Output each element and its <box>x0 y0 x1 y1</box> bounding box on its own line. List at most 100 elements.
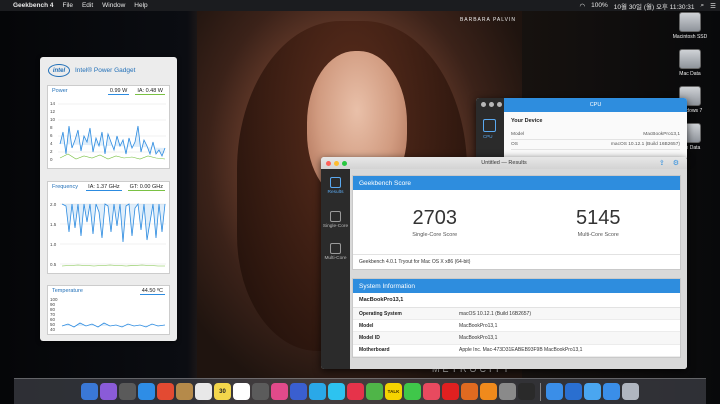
window-controls <box>326 161 347 166</box>
temperature-value: 44.50 ºC <box>139 287 165 295</box>
temperature-line <box>61 322 166 328</box>
menu-app-name[interactable]: Geekbench 4 <box>13 2 53 9</box>
dock-app-icon[interactable] <box>366 383 383 400</box>
dock-app-icon[interactable] <box>138 383 155 400</box>
frequency-panel: Frequency IA: 1.37 GHz GT: 0.00 GHz 2.0 … <box>47 181 170 274</box>
y-tick: 4 <box>50 141 53 146</box>
tryout-note: Geekbench 4.0.1 Tryout for Mac OS X x86 … <box>353 254 680 269</box>
dock-app-icon[interactable] <box>518 383 535 400</box>
dock-app-icon[interactable] <box>499 383 516 400</box>
photo-caption: BARBARA PALVIN <box>459 17 516 23</box>
cpu-chip-icon[interactable] <box>483 119 496 132</box>
settings-icon[interactable]: ⚙ <box>673 159 679 167</box>
dock-app-icon[interactable] <box>252 383 269 400</box>
close-button[interactable] <box>481 102 486 107</box>
y-tick: 10 <box>50 117 56 122</box>
titlebar-tools: ⇪ ⚙ <box>659 159 679 167</box>
dock-app-icon[interactable] <box>157 383 174 400</box>
dock-app-icon[interactable] <box>622 383 639 400</box>
dock-app-icon[interactable] <box>290 383 307 400</box>
dock-app-icon[interactable] <box>176 383 193 400</box>
dock-app-icon[interactable] <box>233 383 250 400</box>
window-controls <box>481 102 502 107</box>
cpu-sidebar-label[interactable]: CPU <box>483 134 493 139</box>
power-graph: 14 12 10 8 6 4 2 0 <box>50 101 166 162</box>
temperature-panel: Temperature 44.50 ºC 100 90 80 70 60 50 … <box>47 285 170 335</box>
temperature-label: Temperature <box>52 288 83 294</box>
results-titlebar[interactable]: Untitled — Results ⇪ ⚙ <box>321 157 687 169</box>
y-tick: 40 <box>50 327 56 332</box>
intel-power-gadget-window[interactable]: intel Intel® Power Gadget Power 0.99 W I… <box>40 57 177 341</box>
device-row: OS macOS 10.12.1 (Build 16B2657) <box>511 140 680 150</box>
dock-app-icon[interactable] <box>271 383 288 400</box>
dock-app-icon[interactable]: TALK <box>385 383 402 400</box>
share-icon[interactable]: ⇪ <box>659 159 665 167</box>
results-sidebar: Results Single-Core Multi-Core <box>321 169 350 369</box>
frequency-panel-header: Frequency IA: 1.37 GHz GT: 0.00 GHz <box>48 182 169 192</box>
dock-app-icon[interactable] <box>461 383 478 400</box>
cpu-window-body: Your Device Model MacBookPro13,1 OS macOS … <box>504 112 687 160</box>
dock-app-icon[interactable] <box>309 383 326 400</box>
dock-app-icon[interactable] <box>100 383 117 400</box>
dock-app-icon[interactable] <box>546 383 563 400</box>
menu-window[interactable]: Window <box>102 2 125 9</box>
y-tick: 0 <box>50 157 53 162</box>
dock-app-icon[interactable] <box>119 383 136 400</box>
clock[interactable]: 10월 30일 (월) 오후 11:30:31 <box>614 1 695 11</box>
system-info-subheader: MacBookPro13,1 <box>353 293 680 308</box>
multi-core-score-value: 5145 <box>576 206 621 229</box>
menu-edit[interactable]: Edit <box>82 2 93 9</box>
sidebar-item-multi-core[interactable]: Multi-Core <box>321 243 350 261</box>
dock: 30 TALK <box>14 378 706 404</box>
y-tick: 8 <box>50 125 53 130</box>
single-core-score-value: 2703 <box>412 206 458 229</box>
power-gadget-header: intel Intel® Power Gadget <box>40 57 177 81</box>
dock-app-icon[interactable] <box>195 383 212 400</box>
sidebar-item-results[interactable]: Results <box>321 177 350 195</box>
intel-logo: intel <box>48 64 70 77</box>
dock-app-icon[interactable] <box>584 383 601 400</box>
search-icon[interactable]: ⌕ <box>701 2 705 10</box>
dock-app-icon[interactable] <box>442 383 459 400</box>
results-window[interactable]: Untitled — Results ⇪ ⚙ Results Single-Co… <box>321 157 687 369</box>
multi-core-icon <box>330 243 341 254</box>
zoom-button[interactable] <box>342 161 347 166</box>
score-card-header: Geekbench Score <box>353 176 680 190</box>
cpu-window-title: CPU <box>504 98 687 112</box>
zoom-button[interactable] <box>497 102 502 107</box>
menu-help[interactable]: Help <box>134 2 147 9</box>
power-value: 0.99 W <box>107 87 130 95</box>
dock-app-icon[interactable] <box>81 383 98 400</box>
minimize-button[interactable] <box>334 161 339 166</box>
wifi-icon[interactable]: ◠ <box>580 2 586 10</box>
table-row: Operating System macOS 10.12.1 (Build 16B… <box>353 308 680 321</box>
menu-list-icon[interactable]: ☰ <box>710 2 716 10</box>
minimize-button[interactable] <box>489 102 494 107</box>
gt-frequency-value: GT: 0.00 GHz <box>127 183 165 191</box>
battery-percent[interactable]: 100% <box>591 2 608 9</box>
dock-app-icon[interactable] <box>347 383 364 400</box>
scores-row: 2703 Single-Core Score 5145 Multi-Core S… <box>353 190 680 254</box>
dock-app-icon[interactable] <box>480 383 497 400</box>
dock-app-icon[interactable] <box>328 383 345 400</box>
frequency-yticks: 2.0 1.5 1.0 0.5 <box>50 202 57 267</box>
single-core-score: 2703 Single-Core Score <box>353 190 517 254</box>
dock-app-icon[interactable] <box>404 383 421 400</box>
table-row: Model ID MacBookPro13,1 <box>353 332 680 345</box>
cpu-window[interactable]: CPU CPU Your Device Model MacBookPro13,1 … <box>476 98 687 160</box>
dock-app-icon[interactable] <box>565 383 582 400</box>
dock-app-icon[interactable] <box>423 383 440 400</box>
table-row: Motherboard Apple Inc. Mac-473D31EABEB93F… <box>353 345 680 357</box>
desktop-icon-macintosh-ssd[interactable]: Macintosh SSD <box>673 12 707 40</box>
dock-app-icon[interactable] <box>603 383 620 400</box>
results-content: Geekbench Score 2703 Single-Core Score 5… <box>350 169 687 369</box>
temperature-panel-header: Temperature 44.50 ºC <box>48 286 169 296</box>
drive-icon <box>679 49 701 69</box>
y-tick: 12 <box>50 109 56 114</box>
sidebar-item-single-core[interactable]: Single-Core <box>321 211 350 229</box>
menu-file[interactable]: File <box>62 2 72 9</box>
dock-app-icon[interactable]: 30 <box>214 383 231 400</box>
desktop-icon-mac-data[interactable]: Mac Data <box>679 49 701 77</box>
close-button[interactable] <box>326 161 331 166</box>
power-gadget-title: Intel® Power Gadget <box>75 67 136 74</box>
